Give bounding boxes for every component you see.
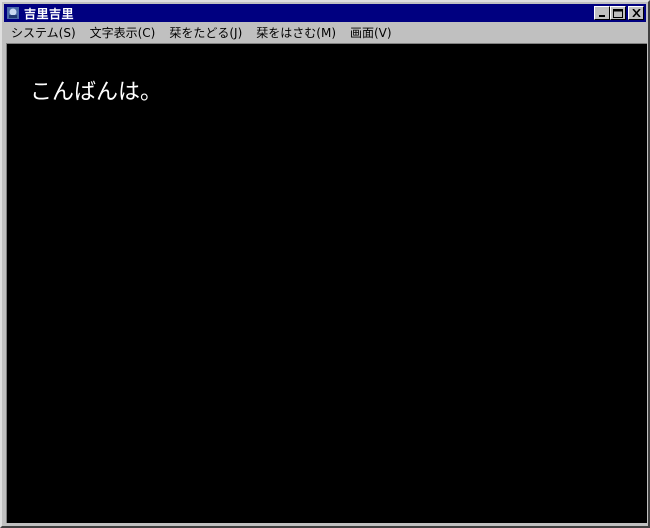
menu-goto-bookmark[interactable]: 栞をたどる(J) [162,24,249,41]
message-text: こんばんは。 [30,80,163,105]
app-icon[interactable] [5,5,21,21]
title-bar[interactable]: 吉里吉里 [4,4,646,22]
title-buttons [594,6,644,20]
close-button[interactable] [628,6,644,20]
app-window: 吉里吉里 システム(S) 文字表示(C) 栞をたどる(J) 栞をはさむ(M) 画… [0,0,650,528]
window-title: 吉里吉里 [24,6,75,21]
game-canvas[interactable]: こんばんは。 [6,43,647,523]
menu-system[interactable]: システム(S) [4,24,83,41]
menu-save-bookmark[interactable]: 栞をはさむ(M) [249,24,343,41]
minimize-icon [599,15,605,17]
minimize-button[interactable] [594,6,610,20]
menu-bar: システム(S) 文字表示(C) 栞をたどる(J) 栞をはさむ(M) 画面(V) [4,23,646,41]
maximize-icon [613,8,623,18]
maximize-button[interactable] [610,6,626,20]
close-icon [631,9,641,17]
menu-text-display[interactable]: 文字表示(C) [83,24,163,41]
menu-screen[interactable]: 画面(V) [343,24,399,41]
